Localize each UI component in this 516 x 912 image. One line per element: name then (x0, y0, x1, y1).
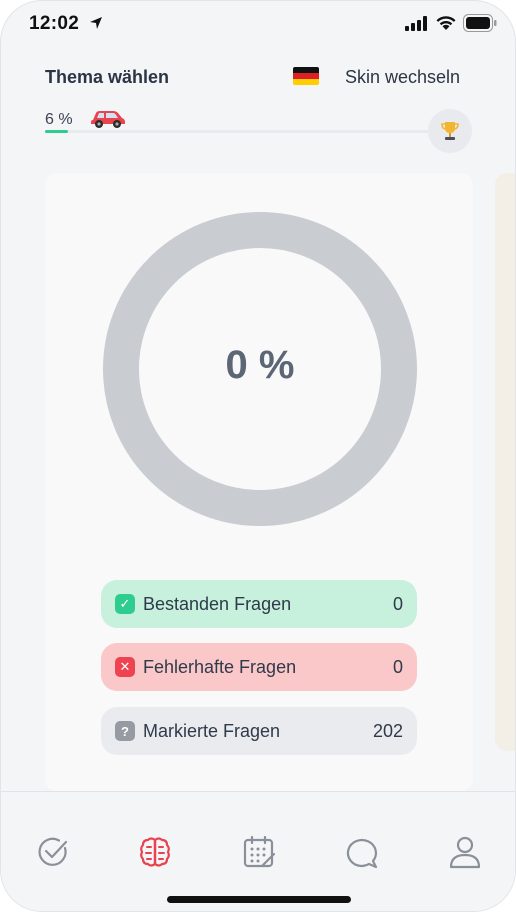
topic-card[interactable]: 0 % ✓ Bestanden Fragen 0 ✕ Fehlerhafte F… (45, 173, 473, 791)
nav-tests[interactable] (35, 834, 71, 870)
germany-flag-icon[interactable] (293, 67, 319, 85)
bottom-nav (1, 791, 515, 911)
trophy-icon (441, 122, 459, 140)
stat-count: 202 (372, 720, 403, 741)
trophy-button[interactable] (428, 109, 472, 153)
stat-count: 0 (392, 593, 403, 614)
marked-questions-row[interactable]: ? Markierte Fragen 202 (101, 707, 417, 755)
stat-label: Bestanden Fragen (143, 593, 292, 614)
nav-learn[interactable] (137, 834, 173, 870)
donut-value: 0 % (225, 343, 295, 387)
stat-label: Fehlerhafte Fragen (143, 656, 297, 677)
progress-fill (45, 130, 69, 133)
nav-calendar[interactable] (241, 834, 277, 870)
stat-label: Markierte Fragen (143, 720, 281, 741)
progress-track (45, 130, 429, 133)
car-icon (91, 111, 125, 128)
location-arrow-icon (90, 17, 102, 29)
wifi-icon (436, 16, 456, 30)
status-time: 12:02 (29, 13, 80, 34)
battery-icon (463, 14, 497, 32)
cross-icon: ✕ (115, 657, 135, 677)
progress-percent: 6 % (45, 111, 73, 128)
user-icon (449, 836, 481, 869)
page-title[interactable]: Thema wählen (45, 67, 169, 88)
stat-count: 0 (392, 656, 403, 677)
status-bar: 12:02 (1, 1, 515, 47)
check-icon: ✓ (115, 594, 135, 614)
home-indicator (167, 896, 351, 903)
brain-icon (140, 837, 170, 867)
failed-questions-row[interactable]: ✕ Fehlerhafte Fragen 0 (101, 643, 417, 691)
passed-questions-row[interactable]: ✓ Bestanden Fragen 0 (101, 580, 417, 628)
next-topic-card-peek[interactable] (495, 173, 515, 751)
question-icon: ? (115, 721, 135, 741)
chat-bubble-icon (346, 838, 378, 869)
check-circle-icon (38, 837, 68, 866)
nav-chat[interactable] (343, 834, 379, 870)
calendar-icon (243, 835, 276, 868)
nav-profile[interactable] (447, 834, 483, 870)
app-screen: 12:02 Thema wählen Skin wechseln 6 % 0 %… (0, 0, 516, 912)
skin-switch-button[interactable]: Skin wechseln (345, 67, 460, 88)
cellular-signal-icon (405, 16, 427, 31)
